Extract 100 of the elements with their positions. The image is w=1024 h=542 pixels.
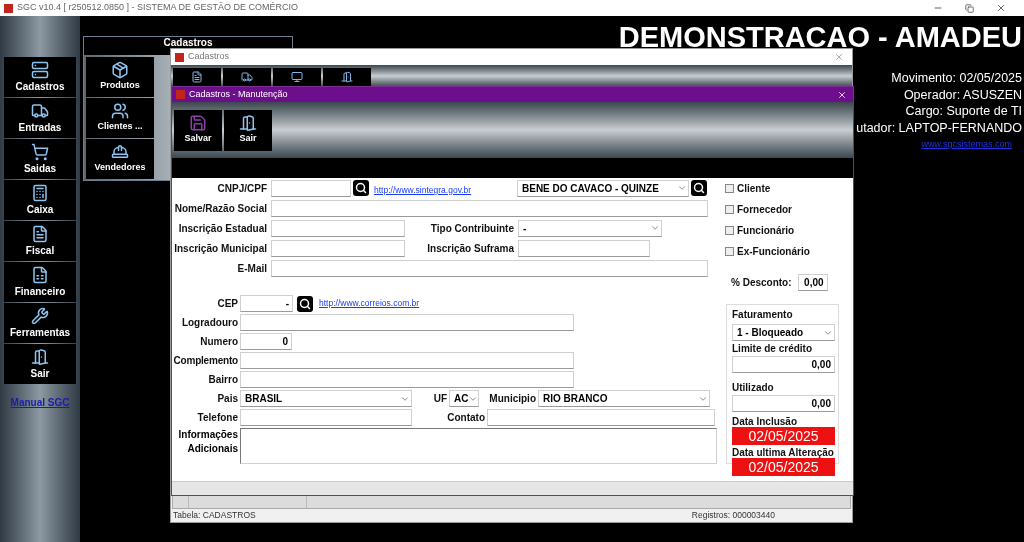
field-label: Data Inclusão xyxy=(732,417,799,427)
field-label: Limite de crédito xyxy=(732,342,813,356)
sidebar-button[interactable]: Saidas xyxy=(4,139,76,179)
panel-title: Cadastros xyxy=(163,38,213,48)
field-label: % Desconto: xyxy=(731,276,792,290)
field-label: CEP xyxy=(217,297,238,311)
status-text: Registros: 000003440 xyxy=(691,509,775,522)
toolbar-button[interactable]: Sair xyxy=(224,109,272,151)
checkbox-label: Funcionário xyxy=(737,224,795,238)
field-label: Inscrição Municipal xyxy=(174,241,267,256)
field-label: Data ultima Alteração xyxy=(732,448,833,458)
sidebar-button[interactable]: Fiscal xyxy=(4,221,76,261)
date-field: 02/05/2025 xyxy=(732,427,835,445)
search-icon xyxy=(355,182,367,194)
sidebar-button[interactable]: Ferramentas xyxy=(4,303,76,343)
input-field[interactable] xyxy=(271,239,405,257)
field-label: Contato xyxy=(447,411,485,425)
info-text: Movimento: 02/05/2025 xyxy=(891,70,1022,87)
search-button[interactable] xyxy=(297,295,313,312)
input-field[interactable] xyxy=(240,314,574,331)
input-field[interactable]: 0 xyxy=(240,333,292,350)
search-button[interactable] xyxy=(353,180,369,196)
group-title: Faturamento xyxy=(732,308,794,322)
date-field: 02/05/2025 xyxy=(732,458,835,476)
field-label: E-Mail xyxy=(237,261,267,276)
window-title: Cadastros xyxy=(188,50,230,64)
input-field[interactable] xyxy=(271,199,708,217)
input-field[interactable] xyxy=(271,219,405,237)
people-icon xyxy=(111,102,129,121)
field-label: Utilizado xyxy=(732,381,775,395)
company-name: DEMONSTRACAO - AMADEU xyxy=(618,20,1022,54)
input-field[interactable] xyxy=(487,409,715,426)
link[interactable]: http://www.correios.com.br xyxy=(319,297,420,310)
restore-icon[interactable] xyxy=(965,3,974,13)
door-icon xyxy=(31,347,49,366)
info-text: Operador: ASUSZEN xyxy=(903,86,1022,103)
close-icon[interactable] xyxy=(996,3,1006,13)
field-label: Logradouro xyxy=(181,316,238,330)
field-label: Bairro xyxy=(208,373,238,387)
checkbox-label: Ex-Funcionário xyxy=(737,245,810,259)
input-field[interactable] xyxy=(240,409,412,426)
input-field[interactable]: 0,00 xyxy=(797,274,828,291)
sidebar-button[interactable]: Cadastros xyxy=(4,57,76,97)
sidebar-button[interactable]: Sair xyxy=(4,344,76,384)
dropdown[interactable]: BENE DO CAVACO - QUINZE xyxy=(517,179,689,197)
field-label: Telefone xyxy=(197,411,238,425)
input-field[interactable]: - xyxy=(240,295,293,312)
submenu-button[interactable]: Produtos xyxy=(86,57,154,97)
app-logo-icon xyxy=(176,90,185,99)
checkbox[interactable] xyxy=(725,184,734,193)
wrench-icon xyxy=(31,306,49,325)
input-field[interactable]: 0,00 xyxy=(732,395,835,412)
link[interactable]: http://www.sintegra.gov.br xyxy=(374,185,472,195)
dropdown[interactable]: AC xyxy=(449,390,479,407)
sidebar-button[interactable]: Financeiro xyxy=(4,262,76,302)
window-title: Cadastros - Manutenção xyxy=(189,87,288,101)
submenu-button[interactable]: Clientes ... xyxy=(86,98,154,138)
input-field[interactable] xyxy=(240,352,574,369)
field-label: CNPJ/CPF xyxy=(217,181,267,196)
dropdown[interactable]: BRASIL xyxy=(240,390,412,407)
dropdown[interactable]: RIO BRANCO xyxy=(538,390,710,407)
app-logo-icon xyxy=(175,52,184,62)
input-field[interactable] xyxy=(518,239,650,257)
search-button[interactable] xyxy=(691,180,707,196)
checkbox-label: Fornecedor xyxy=(737,203,792,217)
checkbox[interactable] xyxy=(725,205,734,214)
field-label: Municipio xyxy=(489,392,536,406)
input-field[interactable] xyxy=(240,371,574,388)
checkbox[interactable] xyxy=(725,226,734,235)
field-label: Numero xyxy=(200,335,238,349)
close-icon[interactable] xyxy=(837,89,847,100)
notes-textarea[interactable] xyxy=(240,428,717,464)
input-field[interactable] xyxy=(271,179,351,197)
field-label: Inscrição Suframa xyxy=(427,241,514,256)
calculator-icon xyxy=(31,183,49,202)
info-text: Cargo: Suporte de TI xyxy=(905,103,1022,120)
toolbar-button[interactable]: Salvar xyxy=(174,109,222,151)
chevron-icon xyxy=(677,183,687,193)
input-field[interactable]: 0,00 xyxy=(732,356,835,373)
sidebar-button[interactable]: Caixa xyxy=(4,180,76,220)
field-label: UF xyxy=(433,392,447,406)
chevron-icon xyxy=(650,223,660,233)
field-label: Tipo Contribuinte xyxy=(430,221,514,236)
dropdown[interactable]: 1 - Bloqueado xyxy=(732,324,835,341)
input-field[interactable] xyxy=(271,259,708,277)
submenu-button[interactable]: Vendedores xyxy=(86,139,154,179)
search-icon xyxy=(693,182,705,194)
server-icon xyxy=(31,60,49,79)
truck-icon xyxy=(241,71,253,83)
checkbox-label: Cliente xyxy=(737,182,771,196)
field-label: Pais xyxy=(217,392,238,406)
dropdown[interactable]: - xyxy=(518,219,662,237)
field-label: Nome/Razão Social xyxy=(174,201,267,216)
sidebar-button[interactable]: Entradas xyxy=(4,98,76,138)
field-label: Inscrição Estadual xyxy=(178,221,267,236)
box-icon xyxy=(111,61,129,80)
cart-icon xyxy=(31,142,49,161)
checkbox[interactable] xyxy=(725,247,734,256)
search-icon xyxy=(299,297,311,310)
field-label: Informações Adicionais xyxy=(177,428,238,456)
